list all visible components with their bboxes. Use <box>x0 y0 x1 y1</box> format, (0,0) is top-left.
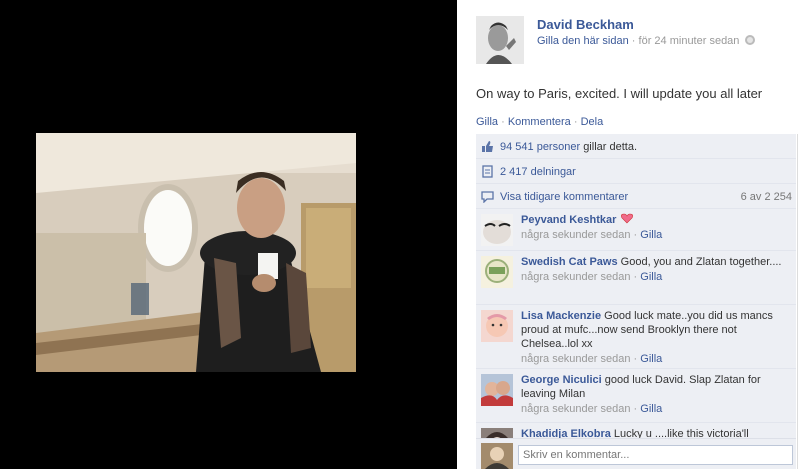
commenter-name[interactable]: Swedish Cat Paws <box>521 256 618 268</box>
feedback-box: 94 541 personer gillar detta. 2 417 deln… <box>476 134 796 469</box>
thumbs-up-icon <box>482 141 493 152</box>
comment-item: Peyvand Keshtkar några sekunder sedan · … <box>476 209 796 251</box>
shares-row: 2 417 delningar <box>476 159 796 184</box>
photo-viewer <box>0 0 457 469</box>
action-separator: · <box>501 116 505 128</box>
comment-input[interactable] <box>518 445 793 465</box>
like-button[interactable]: Gilla <box>476 116 498 128</box>
comment-time: några sekunder sedan <box>521 229 631 241</box>
comment-text: Good, you and Zlatan together.... <box>620 256 782 268</box>
action-separator: · <box>573 116 578 128</box>
comment-time: några sekunder sedan <box>521 353 631 365</box>
post-actions: Gilla · Kommentera · Dela <box>476 116 603 128</box>
comment-like-link[interactable]: Gilla <box>640 229 662 241</box>
comment-item: Swedish Cat Paws Good, you and Zlatan to… <box>476 251 796 305</box>
comment-like-link[interactable]: Gilla <box>640 271 662 283</box>
view-previous-comments-link[interactable]: Visa tidigare kommentarer <box>500 191 628 203</box>
post-meta: Gilla den här sidan · för 24 minuter sed… <box>537 35 756 47</box>
comments-count: 6 av 2 254 <box>740 191 792 203</box>
comment-like-link[interactable]: Gilla <box>640 403 662 415</box>
post-header: David Beckham Gilla den här sidan · för … <box>457 0 798 72</box>
comment-time: några sekunder sedan <box>521 271 631 283</box>
comment-item: Lisa Mackenzie Good luck mate..you did u… <box>476 305 796 369</box>
page-name[interactable]: David Beckham <box>537 17 634 32</box>
likes-suffix: gillar detta. <box>583 141 637 153</box>
status-text: On way to Paris, excited. I will update … <box>476 86 763 101</box>
commenter-avatar[interactable] <box>481 214 513 246</box>
comment-time: några sekunder sedan <box>521 403 631 415</box>
likes-row: 94 541 personer gillar detta. <box>476 134 796 159</box>
commenter-avatar[interactable] <box>481 310 513 342</box>
shares-link[interactable]: 2 417 delningar <box>500 166 576 178</box>
likes-count-link[interactable]: 94 541 personer <box>500 141 580 153</box>
meta-separator: · <box>631 35 636 47</box>
comment-button[interactable]: Kommentera <box>508 116 571 128</box>
older-comments-row: Visa tidigare kommentarer 6 av 2 254 <box>476 184 796 209</box>
post-time[interactable]: för 24 minuter sedan <box>639 35 740 47</box>
page-avatar[interactable] <box>476 16 524 64</box>
share-icon <box>482 165 493 178</box>
commenter-name[interactable]: George Niculici <box>521 374 602 386</box>
comment-composer <box>476 438 796 469</box>
commenter-avatar[interactable] <box>481 256 513 288</box>
post-panel: David Beckham Gilla den här sidan · för … <box>457 0 798 469</box>
post-photo[interactable] <box>36 133 356 372</box>
comment-bubble-icon <box>481 191 494 203</box>
like-page-link[interactable]: Gilla den här sidan <box>537 35 629 47</box>
commenter-name[interactable]: Peyvand Keshtkar <box>521 214 616 226</box>
commenter-avatar[interactable] <box>481 374 513 406</box>
comment-like-link[interactable]: Gilla <box>640 353 662 365</box>
current-user-avatar <box>481 443 513 469</box>
commenter-name[interactable]: Lisa Mackenzie <box>521 310 601 322</box>
share-button[interactable]: Dela <box>581 116 604 128</box>
comment-item: George Niculici good luck David. Slap Zl… <box>476 369 796 423</box>
globe-icon <box>745 35 756 45</box>
heart-icon <box>621 213 634 224</box>
